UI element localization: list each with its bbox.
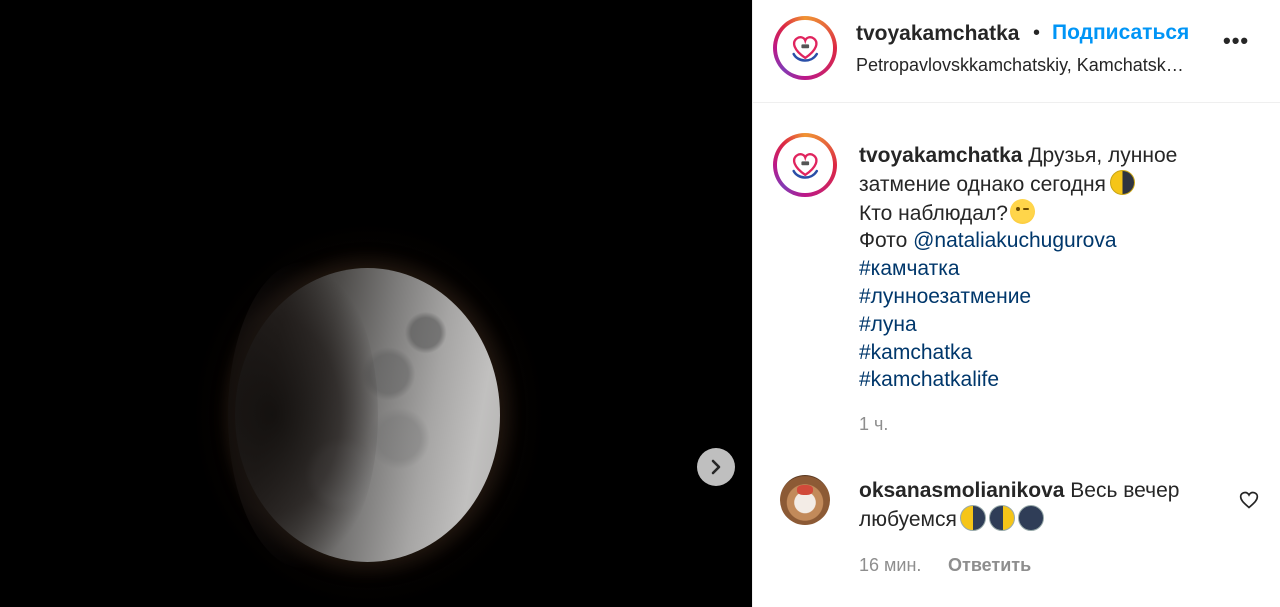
comment-text-line2: любуемся: [859, 507, 957, 531]
caption-text-line2: затмение однако сегодня: [859, 172, 1106, 196]
commenter-avatar[interactable]: [780, 475, 830, 525]
caption-text-line1: Друзья, лунное: [1028, 144, 1178, 167]
post-media: [0, 0, 752, 607]
comment-text-line1: Весь вечер: [1070, 479, 1180, 502]
chevron-right-icon: [711, 459, 721, 475]
last-quarter-moon-emoji-icon: [1109, 169, 1135, 195]
hashtag-link[interactable]: #kamchatka: [859, 339, 1239, 367]
comment-item: oksanasmolianikova Весь вечер любуемся: [859, 477, 1219, 534]
heart-outline-icon[interactable]: [1239, 490, 1259, 510]
caption-mention-link[interactable]: @nataliakuchugurova: [913, 229, 1116, 252]
comment-timestamp[interactable]: 16 мин.: [859, 555, 921, 576]
hashtag-link[interactable]: #kamchatkalife: [859, 366, 1239, 394]
follow-button[interactable]: Подписаться: [1052, 21, 1189, 45]
heart-hand-logo-icon: [792, 152, 818, 179]
new-moon-emoji-icon: [1017, 504, 1044, 531]
hashtag-link[interactable]: #луна: [859, 311, 1239, 339]
caption-text-line3: Кто наблюдал?: [859, 201, 1008, 225]
more-options-button[interactable]: •••: [1223, 28, 1249, 54]
comment-username[interactable]: oksanasmolianikova: [859, 479, 1064, 502]
reply-button[interactable]: Ответить: [948, 555, 1031, 576]
caption-username[interactable]: tvoyakamchatka: [859, 144, 1022, 167]
post-caption: tvoyakamchatka Друзья, лунное затмение о…: [859, 142, 1239, 394]
caption-timestamp[interactable]: 1 ч.: [859, 414, 888, 435]
winking-face-emoji-icon: [1009, 198, 1035, 224]
hashtag-link[interactable]: #лунноезатмение: [859, 283, 1239, 311]
last-quarter-moon-emoji-icon: [959, 504, 986, 531]
post-side-panel: tvoyakamchatka • Подписаться Petropavlov…: [752, 0, 1280, 607]
post-header: tvoyakamchatka • Подписаться Petropavlov…: [753, 0, 1280, 103]
next-slide-button[interactable]: [697, 448, 735, 486]
heart-hand-logo-icon: [792, 35, 818, 62]
author-username[interactable]: tvoyakamchatka: [856, 22, 1028, 46]
post-location[interactable]: Petropavlovskkamchatskiy, Kamchatskiy kr…: [856, 55, 1186, 76]
caption-photo-prefix: Фото: [859, 229, 908, 253]
caption-author-avatar[interactable]: [773, 133, 837, 197]
eclipse-shadow: [228, 262, 378, 568]
waning-crescent-moon-emoji-icon: [988, 504, 1015, 531]
author-avatar[interactable]: [773, 16, 837, 80]
header-separator: •: [1033, 22, 1041, 44]
hashtag-link[interactable]: #камчатка: [859, 255, 1239, 283]
